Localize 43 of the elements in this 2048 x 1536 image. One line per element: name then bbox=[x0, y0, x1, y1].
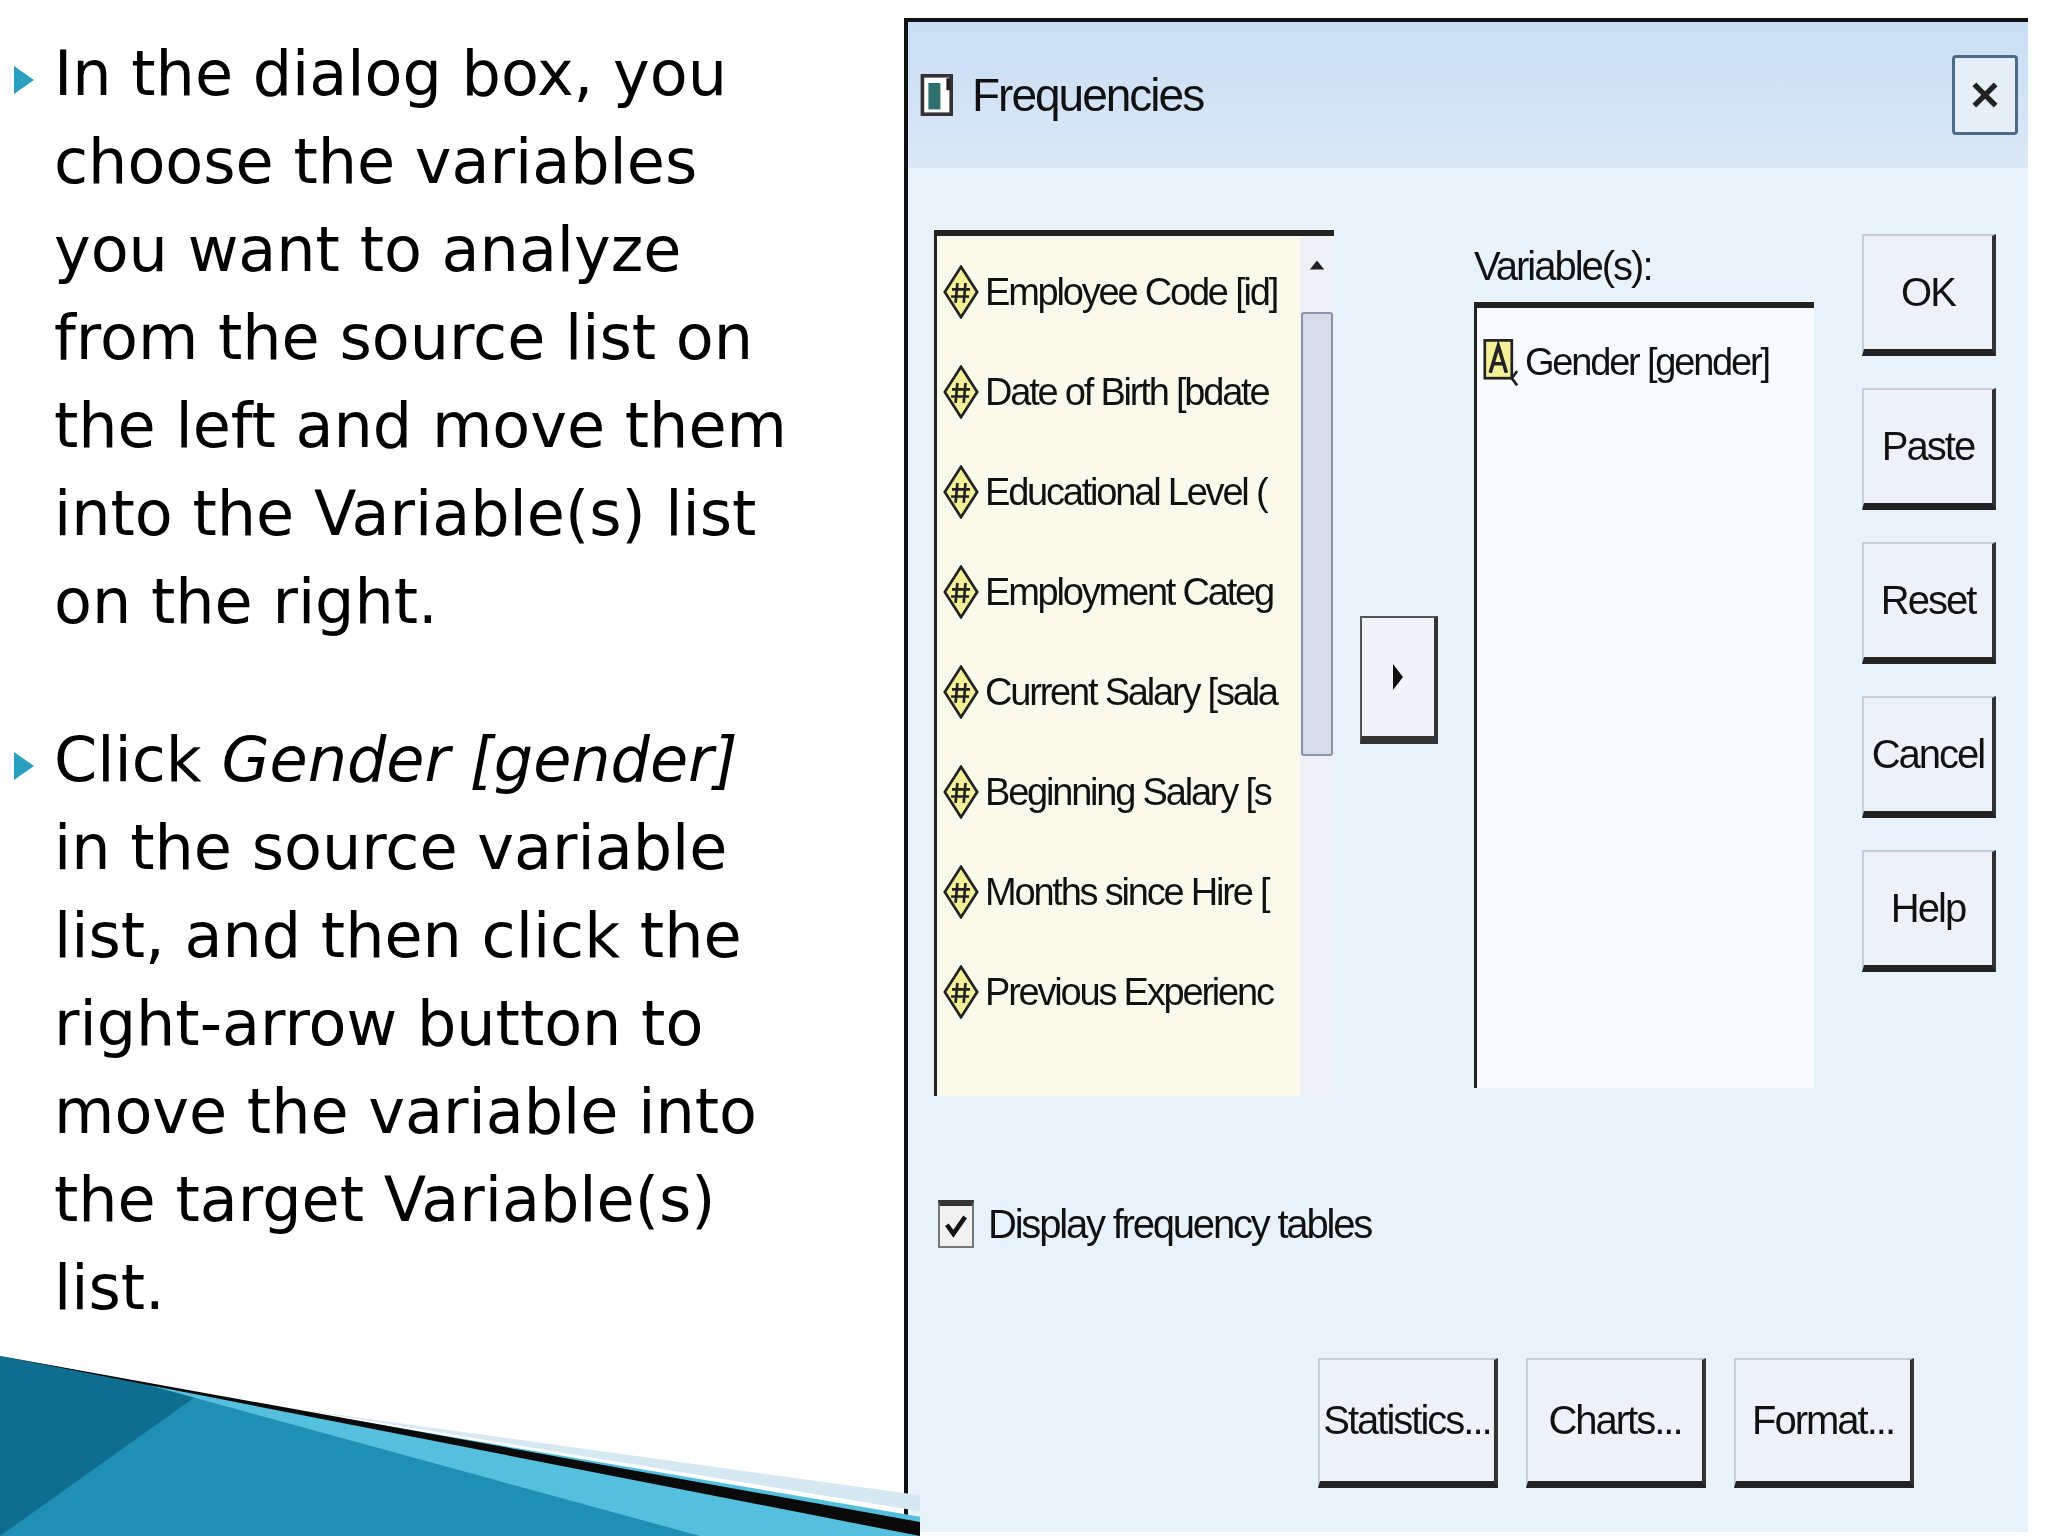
dialog-button[interactable]: Statistics... bbox=[1318, 1358, 1498, 1488]
variable-item[interactable]: Current Salary [sala bbox=[985, 670, 1277, 714]
checkmark-icon bbox=[943, 1213, 969, 1239]
variable-item[interactable]: Date of Birth [bdate bbox=[985, 370, 1269, 414]
dialog-button[interactable]: OK bbox=[1862, 234, 1996, 356]
scale-variable-icon bbox=[943, 865, 979, 919]
scroll-up-icon bbox=[1308, 258, 1326, 272]
variable-item[interactable]: Months since Hire [ bbox=[985, 870, 1269, 914]
move-button[interactable] bbox=[1360, 616, 1438, 744]
target-variable-list[interactable]: Gender [gender] bbox=[1474, 302, 1814, 1088]
scale-variable-icon bbox=[943, 965, 979, 1019]
variable-item[interactable]: Employment Categ bbox=[985, 570, 1273, 614]
window-title: Frequencies bbox=[972, 68, 1205, 122]
dialog-button[interactable]: Paste bbox=[1862, 388, 1996, 510]
scrollbar[interactable] bbox=[1300, 236, 1334, 1096]
paragraph: In the dialog box, you choose the variables you want to analyze from the source list on the left and move them into the Variable(s) list on the right. bbox=[54, 36, 787, 640]
variable-item[interactable]: Employee Code [id] bbox=[985, 270, 1278, 314]
scale-variable-icon bbox=[943, 265, 979, 319]
scale-variable-icon bbox=[943, 565, 979, 619]
list-label: Variable(s): bbox=[1474, 244, 1653, 290]
dialog-button[interactable]: Format... bbox=[1734, 1358, 1914, 1488]
right-arrow-icon bbox=[1391, 662, 1405, 692]
scroll-thumb[interactable] bbox=[1301, 312, 1333, 756]
window-icon bbox=[920, 73, 956, 117]
dialog-button[interactable]: Cancel bbox=[1862, 696, 1996, 818]
close-button[interactable] bbox=[1952, 55, 2018, 135]
scale-variable-icon bbox=[943, 365, 979, 419]
bullet-icon bbox=[14, 66, 34, 94]
checkbox[interactable] bbox=[938, 1200, 974, 1248]
paragraph: Click Gender [gender] in the source variable list, and then click the right-arrow button to move the variable into the target Variable(s) list. bbox=[54, 722, 757, 1326]
dialog-button[interactable]: Charts... bbox=[1526, 1358, 1706, 1488]
source-variable-list[interactable]: Employee Code [id] Date of Birth [bdate Educational Level ( Employment Categ Current Salary [sala Beginning Salary [s Months since Hire [ Previous Experienc bbox=[934, 230, 1334, 1096]
scale-variable-icon bbox=[943, 665, 979, 719]
variable-item[interactable]: Educational Level ( bbox=[985, 470, 1267, 514]
variable-item[interactable]: Beginning Salary [s bbox=[985, 770, 1271, 814]
variable-item[interactable]: Previous Experienc bbox=[985, 970, 1273, 1014]
scale-variable-icon bbox=[943, 465, 979, 519]
dialog-button[interactable]: Help bbox=[1862, 850, 1996, 972]
scale-variable-icon bbox=[943, 765, 979, 819]
bullet-icon bbox=[14, 752, 34, 780]
dialog-button[interactable]: Reset bbox=[1862, 542, 1996, 664]
checkbox-label[interactable]: Display frequency tables bbox=[988, 1201, 1371, 1247]
variable-item[interactable]: Gender [gender] bbox=[1525, 340, 1769, 384]
